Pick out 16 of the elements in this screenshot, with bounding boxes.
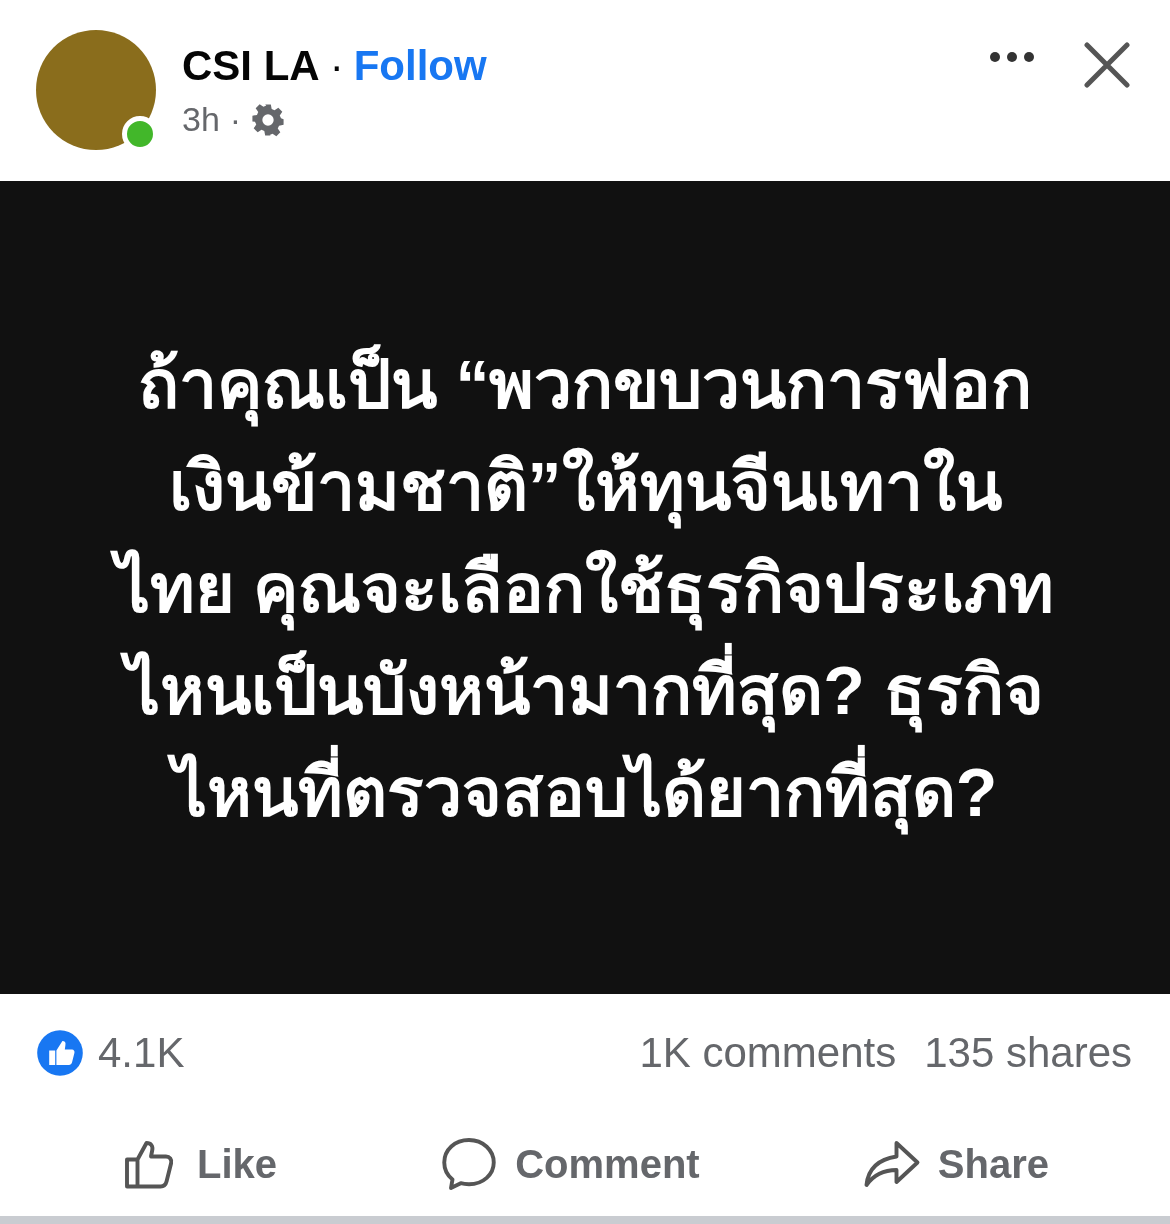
author-name[interactable]: CSI LA (182, 42, 320, 90)
comment-count[interactable]: 1K comments (639, 1029, 897, 1077)
reaction-count[interactable]: 4.1K (98, 1029, 185, 1077)
share-button[interactable]: Share (849, 1128, 1061, 1200)
share-count[interactable]: 135 shares (924, 1029, 1132, 1077)
separator-dot: · (229, 100, 242, 139)
like-reaction-icon (36, 1029, 84, 1077)
post-time[interactable]: 3h (182, 100, 220, 139)
separator-dot: · (329, 42, 344, 90)
follow-link[interactable]: Follow (353, 42, 487, 90)
close-icon (1084, 42, 1130, 88)
like-button[interactable]: Like (109, 1128, 290, 1200)
comment-button[interactable]: Comment (427, 1128, 712, 1200)
post-text: ถ้าคุณเป็น “พวกขบวนการฟอกเงินข้ามชาติ”ให้ทุนจีนเทาในไทย คุณจะเลือกใช้ธุรกิจประเภทไหนเป็นบังหน้ามากที่สุด? ธุรกิจไหนที่ตรวจสอบได้ยากที่สุด? (110, 332, 1060, 843)
gear-icon (251, 102, 286, 137)
more-icon (988, 50, 1036, 64)
